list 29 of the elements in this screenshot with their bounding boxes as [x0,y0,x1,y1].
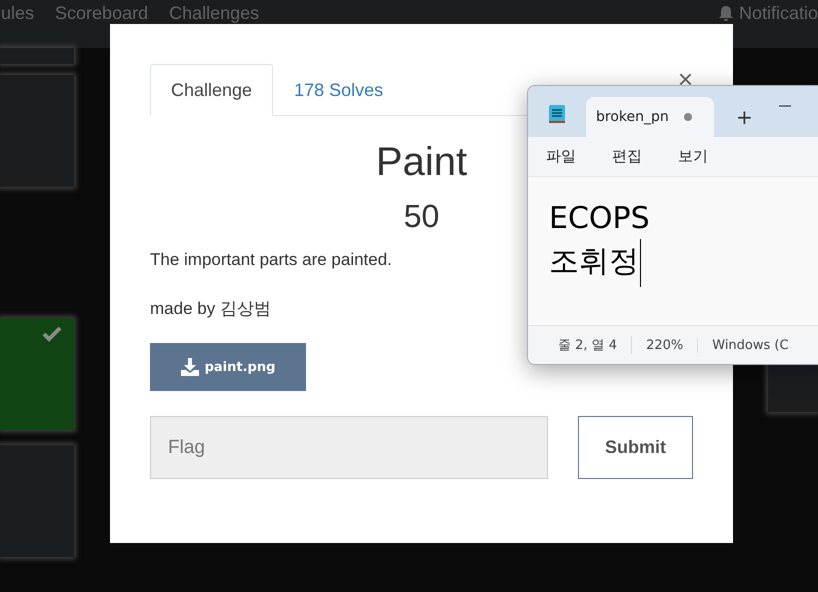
challenge-tile[interactable] [0,445,74,557]
minimize-icon[interactable] [778,105,791,107]
file-tab[interactable]: broken_pn [586,97,714,137]
download-button[interactable]: paint.png [150,343,306,391]
tab[interactable]: 178 Solves [273,64,404,116]
challenge-tile[interactable] [0,75,74,187]
challenge-tile[interactable] [0,48,74,64]
text-line: 조휘정 [549,244,639,280]
challenge-description: The important parts are painted. [150,249,392,271]
challenge-tile[interactable] [0,318,74,430]
menu-item[interactable]: 파일 [546,147,576,166]
tab[interactable]: Challenge [150,64,274,116]
status-text: 줄 2, 열 4 [558,336,632,354]
challenge-points: 50 [404,197,440,236]
new-tab-button[interactable]: + [736,107,753,127]
check-icon [42,326,62,342]
submit-button[interactable]: Submit [578,416,693,479]
status-text: 220% [646,338,698,352]
status-text: Windows (C [712,338,790,352]
text-cursor [640,239,641,287]
author-text: made by 김상범 [150,298,271,320]
challenge-title: Paint [376,139,468,186]
download-icon [180,358,199,376]
flag-input[interactable]: Flag [150,416,548,479]
text-line: ECOPS [549,201,650,236]
menu-item[interactable]: 보기 [678,147,708,166]
bell-icon [718,5,733,21]
notepad-icon [548,103,566,123]
menu-item[interactable]: 편집 [612,147,642,166]
